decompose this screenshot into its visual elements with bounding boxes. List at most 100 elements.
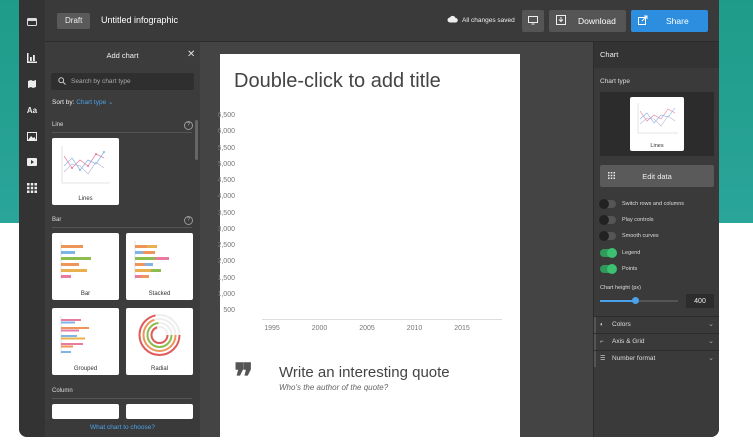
list-icon: ☰ bbox=[600, 356, 606, 362]
chart-card-grouped[interactable]: Grouped bbox=[52, 308, 119, 375]
chart-card-lines[interactable]: Lines bbox=[52, 138, 119, 205]
y-tick-label: 5,000 bbox=[217, 160, 235, 168]
y-tick-label: 6,000 bbox=[217, 128, 235, 136]
monitor-icon bbox=[528, 12, 538, 30]
what-chart-link[interactable]: What chart to choose? bbox=[45, 419, 200, 437]
download-button[interactable]: Download bbox=[549, 10, 626, 32]
y-tick-label: 1,500 bbox=[217, 274, 235, 282]
chart-card-label: Grouped bbox=[73, 366, 98, 372]
toggle-label: Switch rows and columns bbox=[622, 201, 685, 207]
chart-card-column[interactable] bbox=[126, 404, 193, 419]
accordion-number-format[interactable]: ☰ Number format ⌄ bbox=[594, 350, 719, 367]
radial-chart-thumbnail bbox=[138, 314, 181, 356]
grid-icon[interactable] bbox=[26, 182, 38, 194]
chart-type-selector[interactable]: Lines bbox=[600, 92, 714, 156]
draft-badge: Draft bbox=[57, 13, 91, 29]
chart-title[interactable]: Double-click to add title bbox=[234, 70, 441, 93]
toggle-switch[interactable] bbox=[599, 199, 616, 209]
chart-card-radial[interactable]: Radial bbox=[126, 308, 193, 375]
quote-text[interactable]: Write an interesting quote bbox=[279, 364, 450, 381]
text-icon[interactable]: Aa bbox=[26, 104, 38, 116]
chart-height-input[interactable] bbox=[686, 294, 714, 308]
palette-icon: ◐ bbox=[600, 321, 604, 328]
panel-title: Add chart bbox=[106, 51, 139, 60]
preview-button[interactable] bbox=[522, 10, 544, 32]
sort-by-label: Sort by: bbox=[52, 99, 75, 106]
toggle-switch-rows[interactable]: Switch rows and columns bbox=[599, 199, 685, 209]
slider-handle[interactable] bbox=[632, 297, 639, 304]
toggle-label: Points bbox=[622, 266, 638, 272]
chart-height-slider[interactable] bbox=[600, 297, 678, 304]
chart-type-value: Lines bbox=[650, 143, 664, 149]
section-divider bbox=[52, 227, 192, 228]
quote-author[interactable]: Who's the author of the quote? bbox=[279, 383, 388, 392]
x-tick-label: 2015 bbox=[454, 325, 470, 332]
y-tick-label: 2,500 bbox=[217, 242, 235, 249]
toggle-points[interactable]: Points bbox=[600, 264, 637, 274]
toggle-label: Smooth curves bbox=[622, 233, 659, 239]
chart-height-label: Chart height (px) bbox=[600, 285, 641, 291]
chevron-down-icon: ⌄ bbox=[708, 355, 714, 362]
sort-by-value[interactable]: Chart type bbox=[76, 99, 106, 106]
toggle-switch[interactable] bbox=[600, 248, 617, 258]
x-tick-label: 2000 bbox=[311, 325, 328, 332]
chart-card-label: Bar bbox=[80, 291, 91, 297]
accordion-label: Number format bbox=[612, 355, 656, 362]
axis-icon: ⌐ bbox=[600, 338, 604, 345]
document-title[interactable]: Untitled infographic bbox=[101, 15, 178, 25]
help-icon[interactable]: ? bbox=[184, 216, 193, 225]
share-label: Share bbox=[666, 16, 689, 26]
chart-icon[interactable] bbox=[26, 52, 38, 64]
toggle-play-controls[interactable]: Play controls bbox=[599, 215, 654, 225]
y-tick-label: 6,500 bbox=[217, 112, 235, 119]
edit-data-button[interactable]: Edit data bbox=[600, 165, 714, 187]
close-icon[interactable]: ✕ bbox=[187, 49, 195, 60]
quote-icon: ❞ bbox=[234, 356, 254, 398]
add-chart-panel: Add chart ✕ Sort by: Chart type ⌄ Line ? bbox=[45, 42, 200, 437]
chevron-down-icon: ⌄ bbox=[108, 99, 114, 106]
toggle-switch[interactable] bbox=[599, 215, 616, 225]
accordion-colors[interactable]: ◐ Colors ⌄ bbox=[594, 316, 719, 333]
chart-settings-panel: Chart Chart type Lines Edit data Switch … bbox=[593, 42, 719, 437]
y-tick-label: 3,500 bbox=[217, 209, 235, 217]
top-bar: Draft Untitled infographic All changes s… bbox=[19, 0, 719, 42]
toggle-smooth-curves[interactable]: Smooth curves bbox=[599, 231, 659, 241]
section-divider bbox=[52, 132, 192, 133]
sort-by[interactable]: Sort by: Chart type ⌄ bbox=[52, 98, 113, 106]
chart-type-card[interactable]: Lines bbox=[630, 97, 684, 151]
save-status-text: All changes saved bbox=[462, 16, 515, 24]
infographic-canvas[interactable]: Double-click to add title 6,500 6,000 5,50… bbox=[217, 54, 520, 437]
chart-card-label: Stacked bbox=[148, 291, 171, 297]
chart-card-column[interactable] bbox=[52, 404, 119, 419]
chart-card-label: Radial bbox=[150, 366, 168, 372]
x-tick-label: 2010 bbox=[406, 325, 423, 332]
toggle-legend[interactable]: Legend bbox=[600, 248, 640, 258]
toggle-switch[interactable] bbox=[599, 231, 616, 241]
bar-chart-thumbnail bbox=[60, 241, 91, 279]
map-icon[interactable] bbox=[26, 78, 38, 90]
section-label-column: Column bbox=[52, 388, 73, 394]
search-input[interactable] bbox=[71, 73, 191, 90]
section-divider bbox=[52, 398, 192, 399]
canvas-area: Double-click to add title 6,500 6,000 5,50… bbox=[200, 42, 593, 437]
chart-type-label: Chart type bbox=[600, 78, 630, 85]
y-tick-label: 4,000 bbox=[217, 193, 235, 201]
toggle-switch[interactable] bbox=[600, 264, 617, 274]
home-icon[interactable] bbox=[19, 0, 45, 42]
download-label: Download bbox=[578, 16, 616, 26]
chart-card-stacked[interactable]: Stacked bbox=[126, 233, 193, 300]
chart-card-label: Lines bbox=[78, 196, 93, 202]
panel-scrollbar[interactable] bbox=[195, 120, 198, 160]
help-icon[interactable]: ? bbox=[184, 121, 193, 130]
video-icon[interactable] bbox=[26, 156, 38, 168]
x-axis-line bbox=[262, 319, 502, 320]
chart-card-bar[interactable]: Bar bbox=[52, 233, 119, 300]
share-button[interactable]: Share bbox=[631, 10, 708, 32]
accordion-label: Colors bbox=[612, 321, 631, 328]
x-tick-label: 1995 bbox=[264, 325, 280, 332]
table-icon bbox=[608, 172, 615, 181]
image-icon[interactable] bbox=[26, 130, 38, 142]
cloud-icon bbox=[447, 15, 458, 25]
accordion-axis-grid[interactable]: ⌐ Axis & Grid ⌄ bbox=[594, 333, 719, 350]
tool-rail: Aa bbox=[19, 42, 45, 437]
